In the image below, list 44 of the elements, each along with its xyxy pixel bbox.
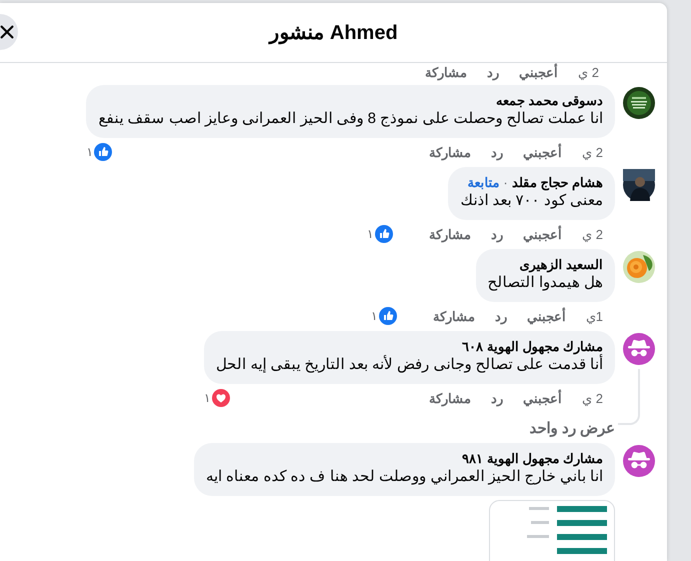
comment-time: 2 ي	[582, 144, 603, 160]
like-icon[interactable]	[375, 225, 394, 243]
comment-text: انا عملت تصالح وحصلت على نموذج 8 وفى الحيز العمرانى وعايز اصب سقف ينفع	[98, 109, 603, 129]
reply-link[interactable]: رد	[487, 67, 500, 79]
comment-text: هل هيمدوا التصالح	[488, 273, 603, 293]
author-name[interactable]: السعيد الزهيرى	[519, 257, 603, 273]
comment-text: أنا قدمت على تصالح وجانى رفض لأنه بعد التاريخ يبقى إيه الحل	[216, 355, 603, 375]
share-link[interactable]: مشاركة	[425, 67, 468, 79]
view-replies-link[interactable]: عرض رد واحد	[530, 420, 615, 437]
author-name[interactable]: هشام حجاج مقلد	[512, 175, 603, 191]
reaction-count: ١	[370, 309, 377, 323]
close-icon[interactable]	[0, 23, 16, 41]
post-title: منشور Ahmed	[269, 21, 398, 45]
share-link[interactable]: مشاركة	[429, 226, 472, 242]
like-icon[interactable]	[94, 143, 112, 161]
author-name[interactable]: دسوقى محمد جمعه	[496, 93, 603, 109]
comment-time: 2 ي	[582, 226, 603, 242]
reply-link[interactable]: رد	[494, 308, 507, 324]
follow-link[interactable]: متابعة	[467, 175, 500, 191]
author-name[interactable]: مشارك مجهول الهوية ٦٠٨	[462, 339, 603, 355]
comment-text: معنى كود ٧٠٠ بعد اذنك	[460, 191, 603, 211]
anonymous-avatar-icon[interactable]	[623, 333, 655, 365]
like-link[interactable]: أعجبني	[523, 390, 562, 406]
share-link[interactable]: مشاركة	[432, 308, 475, 324]
like-link[interactable]: أعجبني	[523, 226, 562, 242]
share-link[interactable]: مشاركة	[429, 390, 472, 406]
separator-dot: ·	[503, 175, 508, 191]
comment-time: 2 ي	[582, 390, 603, 406]
comment-text: انا باني خارج الحيز العمراني ووصلت لحد هنا ف ده كده معناه ايه	[206, 467, 603, 487]
comment-time: 2 ي	[578, 67, 599, 79]
like-link[interactable]: أعجبني	[526, 308, 566, 324]
reply-link[interactable]: رد	[491, 390, 504, 406]
share-link[interactable]: مشاركة	[429, 144, 472, 160]
author-name[interactable]: مشارك مجهول الهوية ٩٨١	[462, 451, 603, 467]
reaction-count: ١	[367, 227, 374, 241]
like-link[interactable]: أعجبني	[523, 144, 562, 160]
reaction-count: ١	[204, 391, 210, 405]
like-icon[interactable]	[378, 307, 397, 325]
reply-link[interactable]: رد	[491, 226, 504, 242]
reaction-count: ١	[86, 145, 92, 159]
thread-line	[618, 369, 640, 425]
anonymous-avatar-icon[interactable]	[623, 445, 655, 477]
reply-link[interactable]: رد	[491, 144, 504, 160]
comment-time: 1ي	[586, 308, 603, 324]
